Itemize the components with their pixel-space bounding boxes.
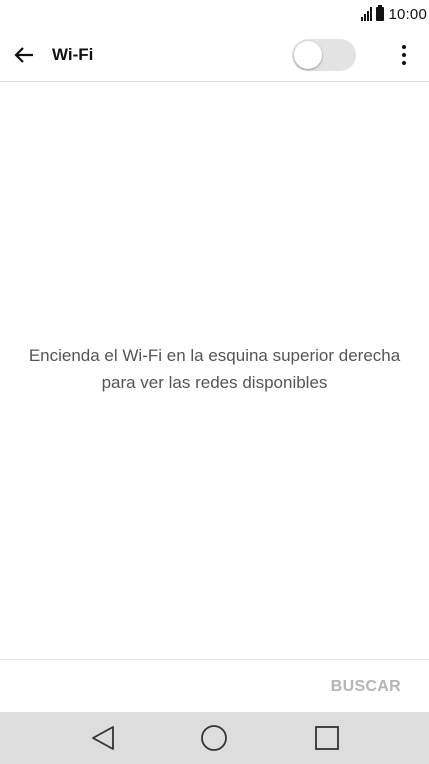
wifi-off-message: Encienda el Wi-Fi en la esquina superior… bbox=[28, 346, 401, 392]
page-title: Wi-Fi bbox=[52, 45, 94, 64]
wifi-toggle[interactable] bbox=[292, 39, 356, 71]
nav-home-icon bbox=[201, 725, 227, 751]
app-bar: Wi-Fi bbox=[0, 28, 429, 82]
nav-recent-button[interactable] bbox=[312, 723, 342, 753]
battery-icon bbox=[376, 5, 385, 21]
nav-back-button[interactable] bbox=[88, 723, 118, 753]
toggle-knob bbox=[294, 41, 322, 69]
nav-back-icon bbox=[92, 726, 114, 750]
nav-recent-icon bbox=[315, 726, 339, 750]
navigation-bar bbox=[0, 712, 429, 764]
back-button[interactable] bbox=[8, 39, 40, 71]
bottom-action-bar: BUSCAR bbox=[0, 659, 429, 712]
more-options-button[interactable] bbox=[388, 39, 420, 71]
signal-icon bbox=[361, 7, 373, 21]
scan-button[interactable]: BUSCAR bbox=[331, 660, 401, 713]
more-vert-icon bbox=[402, 45, 406, 49]
status-bar: 10:00 bbox=[0, 0, 429, 28]
status-time: 10:00 bbox=[388, 5, 427, 23]
arrow-left-icon bbox=[14, 47, 33, 63]
nav-home-button[interactable] bbox=[199, 723, 229, 753]
wifi-settings-screen: 10:00 Wi-Fi Encienda el Wi-Fi en la esqu… bbox=[0, 0, 429, 764]
